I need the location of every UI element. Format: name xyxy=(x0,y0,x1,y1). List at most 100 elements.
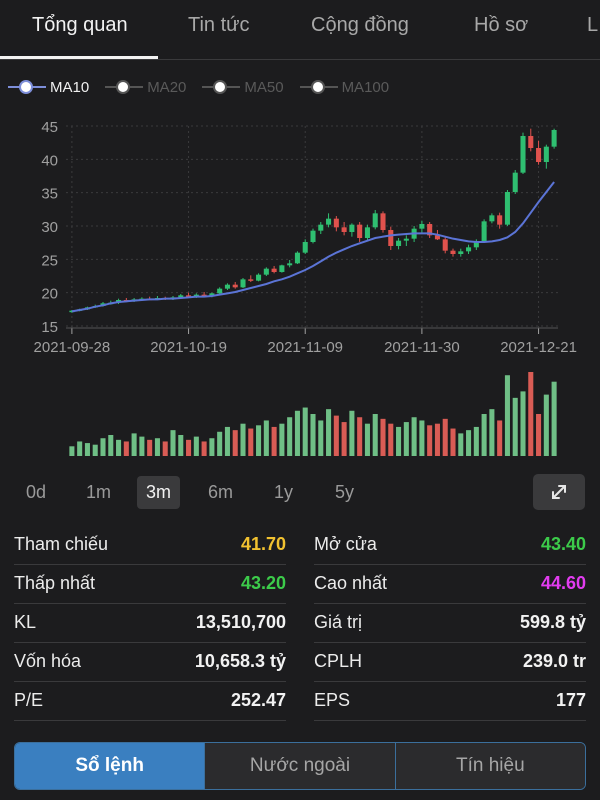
volume-bar xyxy=(551,381,557,456)
time-range-selector: 0d 1m 3m 6m 1y 5y xyxy=(0,476,600,512)
volume-bar xyxy=(458,433,464,456)
stat-pe: P/E 252.47 xyxy=(14,682,286,721)
volume-bar xyxy=(100,438,106,456)
range-5y[interactable]: 5y xyxy=(335,482,354,503)
stat-label: CPLH xyxy=(314,651,363,671)
volume-bar xyxy=(287,417,293,456)
volume-bar xyxy=(186,439,192,456)
legend-ma20[interactable]: MA20 xyxy=(105,77,186,97)
stat-reference: Tham chiếu 41.70 xyxy=(14,526,286,565)
volume-bar xyxy=(92,444,98,456)
candle-body xyxy=(512,172,518,192)
tab-community[interactable]: Cộng đồng xyxy=(311,14,409,37)
volume-bar xyxy=(116,439,122,456)
volume-bar xyxy=(318,420,324,456)
legend-toggle-icon xyxy=(8,77,46,97)
range-6m[interactable]: 6m xyxy=(208,482,233,503)
range-1m[interactable]: 1m xyxy=(86,482,111,503)
volume-bar xyxy=(364,423,370,456)
stat-value: 252.47 xyxy=(230,690,286,710)
volume-bar xyxy=(504,375,510,456)
candle-body xyxy=(528,136,534,148)
y-tick-label: 35 xyxy=(41,186,58,203)
stat-open: Mở cửa 43.40 xyxy=(314,526,586,565)
volume-bar xyxy=(473,426,479,456)
volume-bar xyxy=(442,418,448,456)
legend-label: MA100 xyxy=(341,78,390,96)
expand-chart-button[interactable] xyxy=(533,474,585,510)
stat-label: P/E xyxy=(14,690,44,710)
volume-bar xyxy=(512,397,518,456)
range-3m[interactable]: 3m xyxy=(137,476,181,509)
candle-body xyxy=(419,224,425,229)
x-tick-label: 2021-10-19 xyxy=(150,339,227,356)
tab-signals[interactable]: Tín hiệu xyxy=(395,743,585,789)
candle-body xyxy=(497,215,503,225)
legend-ma10[interactable]: MA10 xyxy=(8,77,89,97)
volume-bar xyxy=(396,426,402,456)
candle-body xyxy=(442,239,448,251)
candle-body xyxy=(341,227,347,232)
tab-foreign[interactable]: Nước ngoài xyxy=(205,743,396,789)
candle-body xyxy=(232,284,238,288)
volume-bar xyxy=(380,418,386,456)
stat-value: 599.8 tỷ xyxy=(519,612,586,632)
stat-eps: EPS 177 xyxy=(314,682,586,721)
stat-value: 43.20 xyxy=(240,573,286,593)
candle-body xyxy=(310,230,316,242)
volume-bar xyxy=(294,410,300,456)
candle-body xyxy=(466,247,472,252)
volume-bar xyxy=(217,431,223,456)
volume-bar xyxy=(333,415,339,456)
candle-body xyxy=(536,148,542,162)
candle-body xyxy=(248,279,254,281)
candle-body xyxy=(450,250,456,254)
range-1y[interactable]: 1y xyxy=(274,482,293,503)
tab-news[interactable]: Tin tức xyxy=(188,14,250,37)
candle-body xyxy=(302,242,308,253)
candle-body xyxy=(364,227,370,238)
legend-label: MA50 xyxy=(244,78,284,96)
candle-body xyxy=(224,284,230,289)
volume-bar xyxy=(131,433,137,456)
x-tick-label: 2021-11-09 xyxy=(267,339,343,356)
candle-body xyxy=(349,224,355,232)
stat-shares-outstanding: CPLH 239.0 tr xyxy=(314,643,586,682)
tab-more[interactable]: L xyxy=(587,14,598,37)
stat-value: 43.40 xyxy=(540,534,586,554)
volume-bar xyxy=(77,441,83,456)
volume-bar xyxy=(427,425,433,456)
bottom-segment-tabs: Sổ lệnh Nước ngoài Tín hiệu xyxy=(14,742,586,790)
tab-overview[interactable]: Tổng quan xyxy=(32,14,128,37)
y-tick-label: 25 xyxy=(41,252,58,269)
volume-bar xyxy=(543,394,549,456)
tab-profile[interactable]: Hồ sơ xyxy=(474,14,528,37)
stats-row: Vốn hóa 10,658.3 tỷ CPLH 239.0 tr xyxy=(14,643,586,682)
candle-body xyxy=(357,224,363,238)
volume-bar xyxy=(357,417,363,456)
candle-body xyxy=(481,221,487,242)
candle-body xyxy=(403,238,409,241)
stats-row: Tham chiếu 41.70 Mở cửa 43.40 xyxy=(14,526,586,565)
x-tick-label: 2021-11-30 xyxy=(384,339,460,356)
legend-ma100[interactable]: MA100 xyxy=(299,77,390,97)
volume-bar xyxy=(528,372,534,456)
candle-body xyxy=(396,240,402,246)
y-tick-label: 30 xyxy=(41,219,58,236)
stat-label: Vốn hóa xyxy=(14,651,82,671)
volume-bar xyxy=(263,420,269,456)
volume-bar xyxy=(256,425,262,456)
ma-legend: MA10 MA20 MA50 MA100 xyxy=(8,76,405,98)
candle-body xyxy=(551,130,557,147)
tab-order-book[interactable]: Sổ lệnh xyxy=(15,743,206,789)
candle-body xyxy=(271,268,277,272)
legend-ma50[interactable]: MA50 xyxy=(202,77,284,97)
candle-body xyxy=(380,213,386,230)
volume-bar xyxy=(139,436,145,456)
volume-bar xyxy=(372,414,378,456)
volume-bar xyxy=(201,441,207,456)
volume-bar xyxy=(108,435,114,456)
price-chart[interactable]: 45 40 35 30 25 20 15 2021-09-28 2021-10-19 2021-1… xyxy=(0,110,600,460)
range-0d[interactable]: 0d xyxy=(26,482,46,503)
stat-value-traded: Giá trị 599.8 tỷ xyxy=(314,604,586,643)
